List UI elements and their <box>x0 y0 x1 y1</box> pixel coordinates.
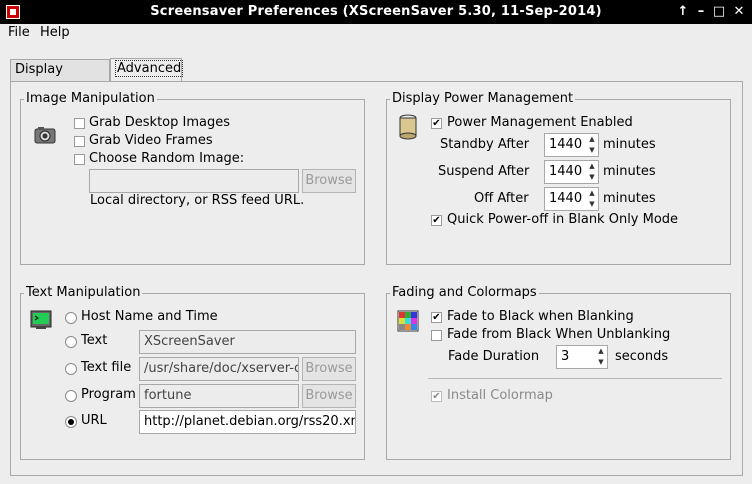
fade-duration-label: Fade Duration <box>448 349 540 364</box>
tab-display-modes[interactable]: Display Modes <box>10 59 110 97</box>
off-value: 1440 <box>549 191 583 206</box>
image-browse-button[interactable]: Browse <box>302 169 356 193</box>
fading-title: Fading and Colormaps <box>390 285 539 300</box>
power-enabled-checkbox[interactable]: ✔ <box>431 118 442 129</box>
fade-duration-spinner[interactable]: 3 ▲ ▼ <box>556 345 608 369</box>
spinner-arrows-icon[interactable]: ▲ ▼ <box>586 161 598 183</box>
text-file-radio[interactable] <box>65 363 77 375</box>
text-file-input[interactable]: /usr/share/doc/xserver-c <box>139 357 299 381</box>
fade-to-black-label: Fade to Black when Blanking <box>447 309 634 324</box>
grab-desktop-checkbox[interactable] <box>74 118 85 129</box>
spinner-arrows-icon[interactable]: ▲ ▼ <box>595 346 607 368</box>
url-radio[interactable] <box>65 416 77 428</box>
choose-random-label: Choose Random Image: <box>89 151 245 166</box>
menu-file[interactable]: File <box>8 25 30 40</box>
close-button[interactable]: ✕ <box>730 3 748 21</box>
tab-advanced[interactable]: Advanced <box>110 58 184 82</box>
quick-off-checkbox[interactable]: ✔ <box>431 215 442 226</box>
off-label: Off After <box>474 191 529 206</box>
suspend-spinner[interactable]: 1440 ▲ ▼ <box>544 160 599 184</box>
text-manipulation-title: Text Manipulation <box>24 285 143 300</box>
fade-to-black-checkbox[interactable]: ✔ <box>431 312 442 323</box>
install-colormap-label: Install Colormap <box>447 388 553 403</box>
standby-value: 1440 <box>549 137 583 152</box>
url-input[interactable]: http://planet.debian.org/rss20.xn <box>139 410 356 434</box>
host-radio[interactable] <box>65 312 77 324</box>
minimize-button[interactable]: – <box>692 3 710 21</box>
grab-video-checkbox[interactable] <box>74 136 85 147</box>
fade-from-black-checkbox[interactable] <box>431 330 442 341</box>
image-path-input[interactable] <box>89 169 299 193</box>
image-path-hint: Local directory, or RSS feed URL. <box>90 193 305 208</box>
image-manipulation-title: Image Manipulation <box>24 91 157 106</box>
program-label: Program <box>81 387 136 402</box>
grab-video-label: Grab Video Frames <box>89 133 213 148</box>
title-bar[interactable]: Screensaver Preferences (XScreenSaver 5.… <box>0 0 752 24</box>
suspend-label: Suspend After <box>438 164 530 179</box>
fade-duration-value: 3 <box>561 349 570 364</box>
power-enabled-label: Power Management Enabled <box>447 115 633 130</box>
menu-bar: File Help <box>0 24 752 44</box>
grab-desktop-label: Grab Desktop Images <box>89 115 231 130</box>
program-browse-button[interactable]: Browse <box>302 384 356 408</box>
spinner-arrows-icon[interactable]: ▲ ▼ <box>586 134 598 156</box>
text-file-label: Text file <box>81 360 132 375</box>
suspend-value: 1440 <box>549 164 583 179</box>
fade-duration-unit: seconds <box>615 349 669 364</box>
off-spinner[interactable]: 1440 ▲ ▼ <box>544 187 599 211</box>
text-input[interactable]: XScreenSaver <box>139 330 356 354</box>
maximize-button[interactable]: □ <box>710 3 728 21</box>
suspend-unit: minutes <box>603 164 656 179</box>
text-file-browse-button[interactable]: Browse <box>302 357 356 381</box>
program-radio[interactable] <box>65 390 77 402</box>
standby-spinner[interactable]: 1440 ▲ ▼ <box>544 133 599 157</box>
power-title: Display Power Management <box>390 91 576 106</box>
fade-from-black-label: Fade from Black When Unblanking <box>447 327 671 342</box>
install-colormap-checkbox[interactable]: ✔ <box>431 391 442 402</box>
camera-icon <box>34 124 56 146</box>
menu-help[interactable]: Help <box>40 25 70 40</box>
program-input[interactable]: fortune <box>139 384 299 408</box>
separator <box>428 378 722 379</box>
host-label: Host Name and Time <box>81 309 218 324</box>
spinner-arrows-icon[interactable]: ▲ ▼ <box>586 188 598 210</box>
off-unit: minutes <box>603 191 656 206</box>
monitor-power-icon <box>396 114 420 140</box>
quick-off-label: Quick Power-off in Blank Only Mode <box>447 212 679 227</box>
terminal-icon <box>30 310 52 330</box>
url-label: URL <box>81 413 107 428</box>
tab-advanced-label: Advanced <box>115 60 184 77</box>
text-radio[interactable] <box>65 336 77 348</box>
standby-unit: minutes <box>603 137 656 152</box>
window-title: Screensaver Preferences (XScreenSaver 5.… <box>150 4 602 19</box>
text-label: Text <box>81 333 108 348</box>
standby-label: Standby After <box>440 137 530 152</box>
choose-random-checkbox[interactable] <box>74 154 85 165</box>
shade-button[interactable]: ↑ <box>674 3 692 21</box>
colormap-icon <box>397 310 419 332</box>
